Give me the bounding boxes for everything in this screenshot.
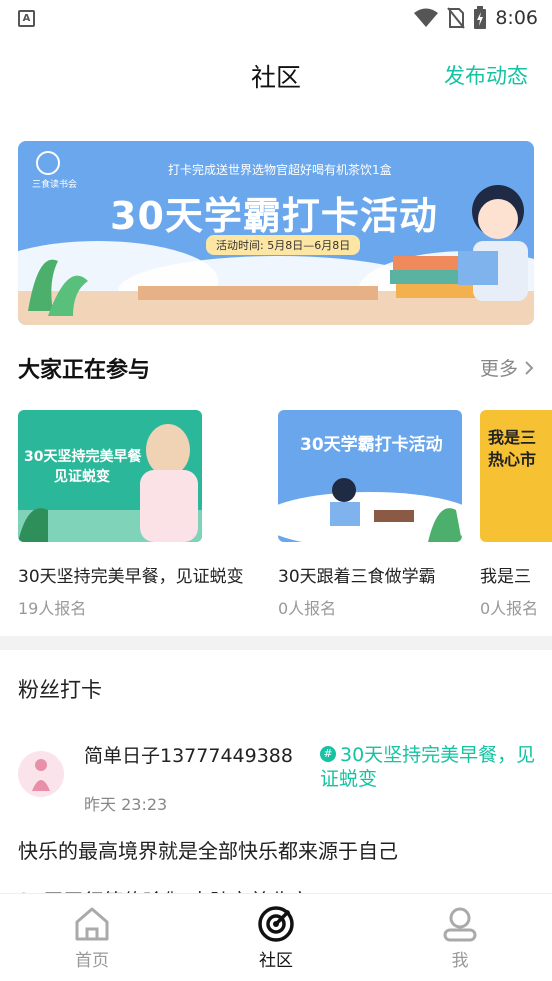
activity-card-title: 30天跟着三食做学霸 xyxy=(278,567,436,587)
activity-card[interactable]: 30天学霸打卡活动 30天跟着三食做学霸 0人报名 xyxy=(278,410,462,619)
banner-headline: 30天学霸打卡活动 xyxy=(110,194,438,238)
activity-thumbnail: 30天坚持完美早餐 见证蜕变 xyxy=(18,410,202,542)
tab-me[interactable]: 我 xyxy=(368,894,552,981)
publish-post-button[interactable]: 发布动态 xyxy=(444,60,528,90)
post-time: 昨天 23:23 xyxy=(84,795,168,814)
activity-card-signups: 19人报名 xyxy=(18,599,87,618)
hashtag-icon: # xyxy=(320,745,336,762)
activity-thumbnail: 30天学霸打卡活动 xyxy=(278,410,462,542)
participating-section-header: 大家正在参与 更多 xyxy=(0,350,552,390)
battery-charging-icon xyxy=(474,6,487,29)
fans-checkin-title: 粉丝打卡 xyxy=(18,678,102,702)
post-activity-tag[interactable]: #30天坚持完美早餐，见证蜕变 xyxy=(320,743,540,791)
section-divider xyxy=(0,636,552,650)
tab-community-label: 社区 xyxy=(259,951,293,971)
activity-card-signups: 0人报名 xyxy=(278,599,337,618)
card-thumb-line-1: 30天坚持完美早餐 xyxy=(24,449,142,465)
status-bar: A 8:06 xyxy=(0,0,552,38)
post-tag-label: 30天坚持完美早餐，见证蜕变 xyxy=(320,744,536,790)
no-sim-icon xyxy=(447,7,466,29)
tab-home[interactable]: 首页 xyxy=(0,894,184,981)
wifi-icon xyxy=(414,8,439,27)
top-nav: 社区 发布动态 xyxy=(0,38,552,124)
banner-logo-text: 三食读书会 xyxy=(32,180,78,190)
card-thumb-line-1: 30天学霸打卡活动 xyxy=(300,435,443,455)
activity-card-list: 30天坚持完美早餐 见证蜕变 30天坚持完美早餐，见证蜕变 19人报名 30天学… xyxy=(0,410,552,625)
activity-card-title: 我是三 xyxy=(480,567,531,587)
profile-icon xyxy=(443,907,477,942)
tab-home-label: 首页 xyxy=(75,951,109,971)
post-text: 快乐的最高境界就是全部快乐都来源于自己 xyxy=(18,839,398,863)
card-thumb-line-2: 见证蜕变 xyxy=(54,469,110,485)
tab-me-label: 我 xyxy=(451,951,469,971)
card-thumb-line-1: 我是三 xyxy=(488,428,537,447)
activity-thumbnail: 我是三 热心市 xyxy=(480,410,552,542)
bottom-tab-bar: 首页 社区 我 xyxy=(0,893,552,981)
banner-top-line: 打卡完成送世界选物官超好喝有机茶饮1盒 xyxy=(168,163,392,177)
activity-card[interactable]: 我是三 热心市 我是三 0人报名 xyxy=(480,410,552,619)
banner-date-pill: 活动时间: 5月8日—6月8日 xyxy=(206,235,361,255)
tab-community[interactable]: 社区 xyxy=(184,894,368,981)
card-thumb-line-2: 热心市 xyxy=(488,450,537,469)
chevron-right-icon xyxy=(525,360,534,375)
activity-banner[interactable]: 三食读书会 打卡完成送世界选物官超好喝有机茶饮1盒 30天学霸打卡活动 活动时间… xyxy=(18,141,534,325)
activity-card[interactable]: 30天坚持完美早餐 见证蜕变 30天坚持完美早餐，见证蜕变 19人报名 xyxy=(18,410,244,619)
activity-card-title: 30天坚持完美早餐，见证蜕变 xyxy=(18,567,244,587)
community-target-icon xyxy=(258,906,294,942)
avatar[interactable] xyxy=(18,751,64,797)
home-icon xyxy=(75,907,109,941)
more-button[interactable]: 更多 xyxy=(480,354,534,381)
post-username[interactable]: 简单日子13777449388 xyxy=(84,741,293,768)
more-label: 更多 xyxy=(479,358,518,380)
notification-icon: A xyxy=(18,10,35,27)
clock: 8:06 xyxy=(495,7,538,29)
participating-title: 大家正在参与 xyxy=(18,358,151,383)
activity-card-signups: 0人报名 xyxy=(480,599,539,618)
